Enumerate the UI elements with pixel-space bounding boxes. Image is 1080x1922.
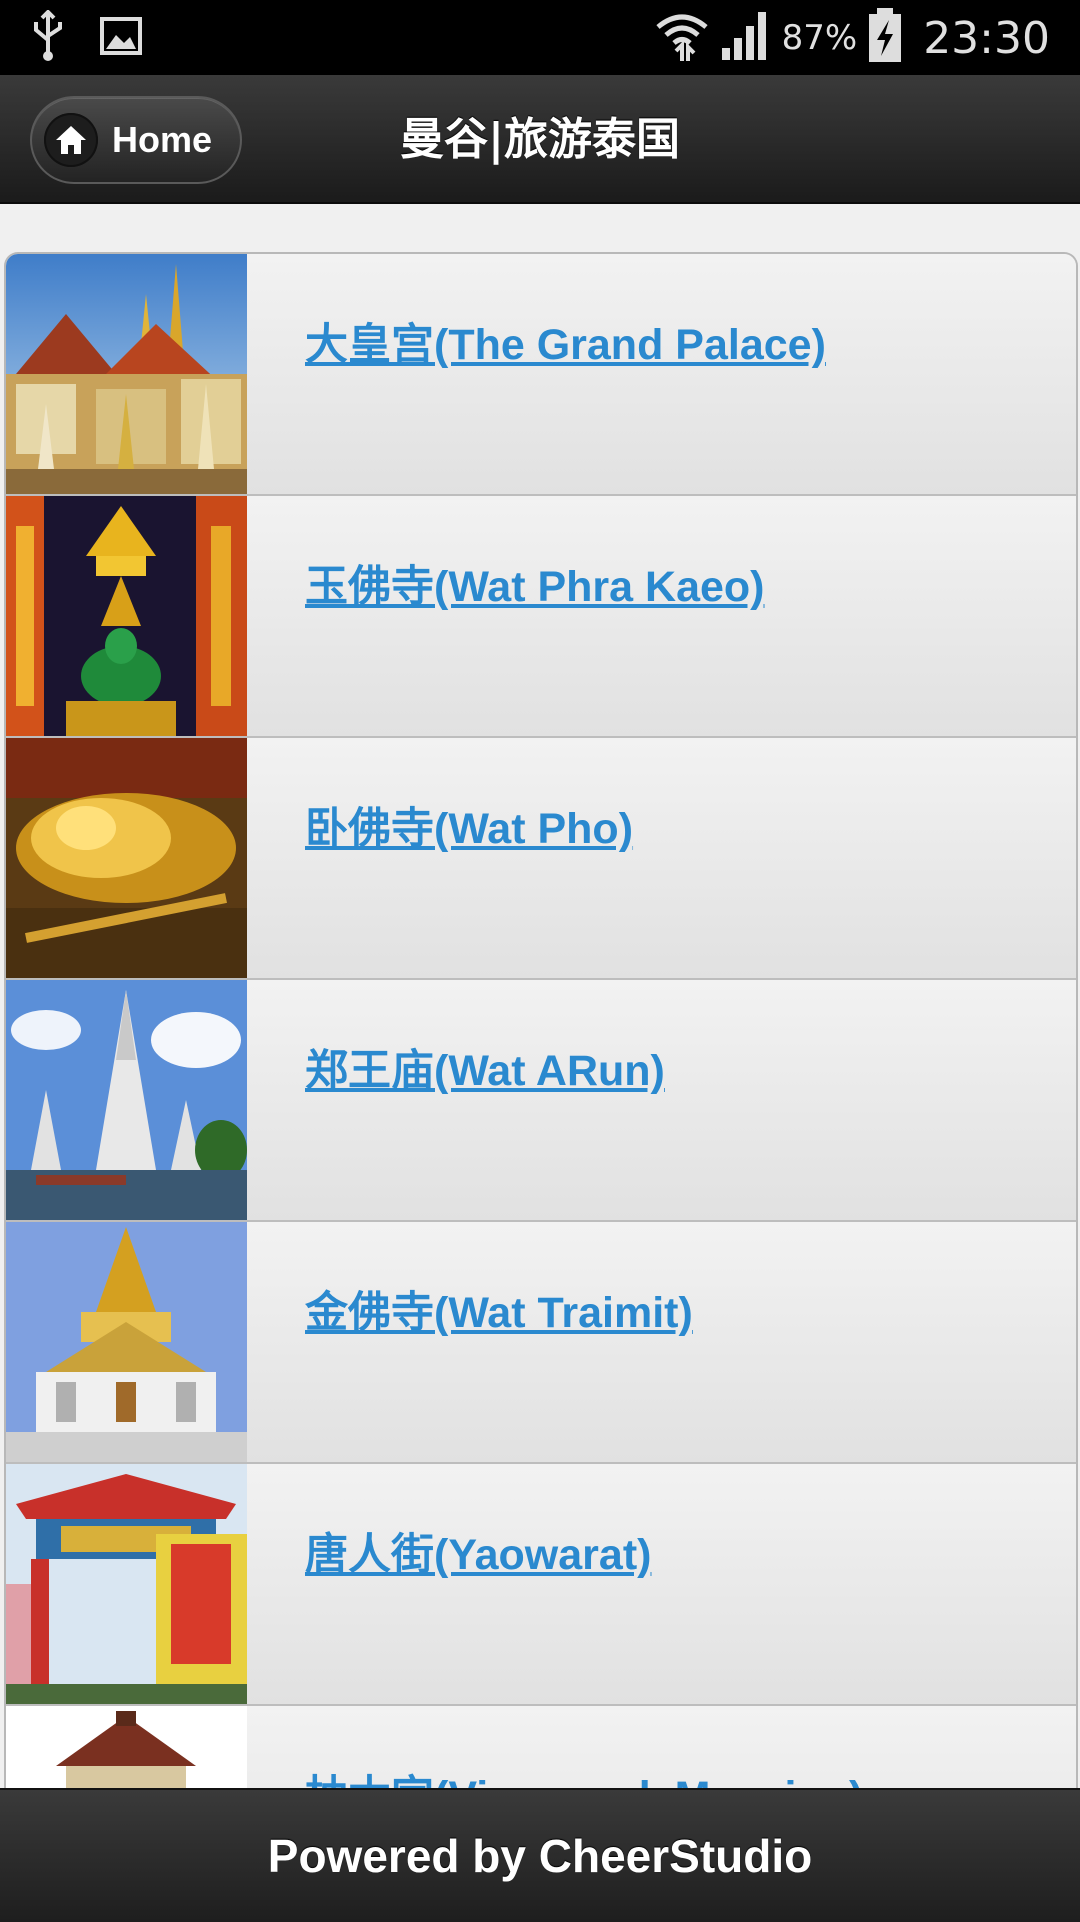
status-bar: 87% 23:30 [0, 0, 1080, 75]
footer-bar: Powered by CheerStudio [0, 1788, 1080, 1922]
grand-palace-thumbnail [6, 254, 247, 494]
reclining-buddha-thumbnail [6, 738, 247, 978]
list-item[interactable]: 金佛寺(Wat Traimit) [6, 1222, 1076, 1464]
footer-text: Powered by CheerStudio [267, 1830, 813, 1882]
signal-icon [720, 10, 772, 66]
app-header: Home 曼谷|旅游泰国 [0, 75, 1080, 204]
attraction-link[interactable]: 郑王庙(Wat ARun) [305, 1036, 665, 1098]
attraction-link[interactable]: 金佛寺(Wat Traimit) [305, 1278, 693, 1340]
battery-charging-icon [867, 8, 903, 68]
list-item[interactable]: 大皇宫(The Grand Palace) [6, 254, 1076, 496]
clock: 23:30 [923, 12, 1050, 64]
attraction-link[interactable]: 卧佛寺(Wat Pho) [305, 794, 633, 856]
home-icon [44, 113, 98, 167]
emerald-buddha-thumbnail [6, 496, 247, 736]
list-item[interactable]: 柚木宫(Vimanmek Mansion) [6, 1706, 1076, 1792]
battery-percent: 87% [781, 18, 858, 58]
attraction-link[interactable]: 大皇宫(The Grand Palace) [305, 310, 826, 372]
list-item[interactable]: 唐人街(Yaowarat) [6, 1464, 1076, 1706]
attraction-link[interactable]: 唐人街(Yaowarat) [305, 1520, 651, 1582]
attraction-link[interactable]: 玉佛寺(Wat Phra Kaeo) [305, 552, 765, 614]
list-item[interactable]: 卧佛寺(Wat Pho) [6, 738, 1076, 980]
vimanmek-mansion-thumbnail [6, 1706, 247, 1792]
list-item[interactable]: 郑王庙(Wat ARun) [6, 980, 1076, 1222]
attraction-list: 大皇宫(The Grand Palace) 玉佛寺(Wat Phra Kaeo) [4, 252, 1078, 1792]
wifi-icon [654, 9, 710, 67]
chinatown-gate-thumbnail [6, 1464, 247, 1704]
wat-arun-thumbnail [6, 980, 247, 1220]
home-button[interactable]: Home [30, 96, 242, 184]
usb-icon [30, 9, 66, 66]
golden-buddha-temple-thumbnail [6, 1222, 247, 1462]
home-button-label: Home [112, 119, 213, 160]
image-notification-icon [100, 17, 142, 59]
page-title: 曼谷|旅游泰国 [399, 114, 681, 165]
list-item[interactable]: 玉佛寺(Wat Phra Kaeo) [6, 496, 1076, 738]
